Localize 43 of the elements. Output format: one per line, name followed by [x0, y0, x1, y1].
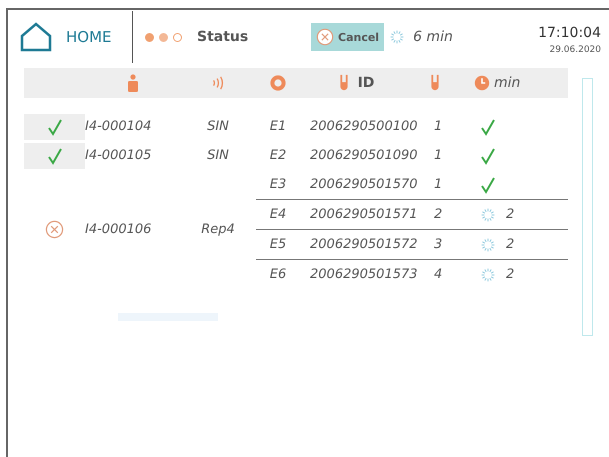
sample-type: Rep4	[200, 222, 236, 237]
position-cell-text: E1	[268, 119, 288, 134]
id-heading: ID	[358, 75, 374, 91]
position-cell-text: E5	[268, 237, 288, 252]
clock-date: 29.06.2020	[549, 45, 601, 55]
count-cell-text: 1	[433, 177, 444, 192]
disc-icon	[270, 74, 286, 92]
count-cell-text: 2	[433, 207, 444, 222]
position-cell-text: E3	[268, 177, 288, 192]
tube-id-cell-text: 2006290501572	[309, 237, 419, 252]
position-cell-text: E6	[268, 267, 288, 282]
scrollbar[interactable]	[582, 78, 593, 336]
signal-waves-icon	[210, 74, 226, 92]
spinner-icon	[389, 29, 406, 45]
count-cell-text: 4	[433, 267, 444, 282]
position-cell-text: E2	[268, 148, 288, 163]
cancel-button[interactable]: Cancel	[311, 23, 384, 51]
count-cell-text: 1	[433, 119, 444, 134]
sample-type: SIN	[206, 119, 230, 134]
home-label[interactable]: HOME	[66, 28, 112, 46]
home-icon[interactable]	[20, 22, 52, 52]
remaining-time: 6 min	[413, 29, 453, 45]
position-cell-text: E4	[268, 207, 288, 222]
tube-id-cell-text: 2006290500100	[309, 119, 419, 134]
clock-time: 17:10:04	[538, 25, 601, 41]
minutes-cell: 2	[506, 267, 514, 282]
sample-type: SIN	[206, 148, 230, 163]
sample-id: I4-000104	[85, 119, 152, 134]
tube-id-cell-text: 2006290501573	[309, 267, 419, 282]
cancel-circle-icon	[316, 28, 334, 46]
tube-id-cell-text: 2006290501090	[309, 148, 419, 163]
count-cell-text: 3	[433, 237, 444, 252]
status-label: Status	[197, 29, 248, 45]
minutes-cell: 2	[506, 237, 514, 252]
sample-id: I4-000106	[85, 222, 152, 237]
clock-icon	[474, 74, 490, 92]
sample-id: I4-000105	[85, 148, 152, 163]
tube-id-cell-text: 2006290501570	[309, 177, 419, 192]
count-cell-text: 1	[433, 148, 444, 163]
tube-id-cell-text: 2006290501571	[309, 207, 419, 222]
minutes-cell: 2	[506, 207, 514, 222]
minutes-heading: min	[494, 75, 520, 91]
cancel-circle-icon[interactable]	[45, 220, 64, 239]
